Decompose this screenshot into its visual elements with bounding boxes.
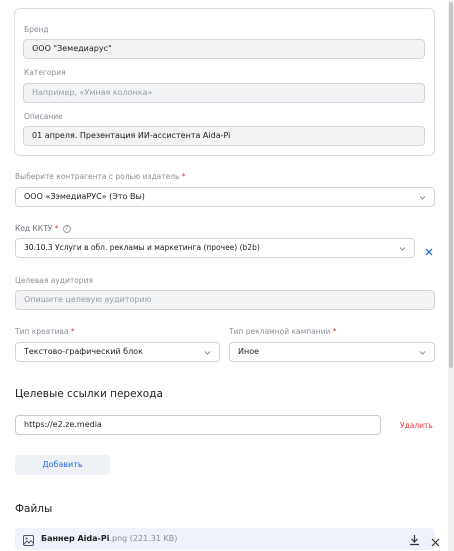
audience-label: Целевая аудитория	[15, 276, 93, 285]
contractor-value: ООО «ЗэмедиаРУС» (Это Вы)	[24, 192, 145, 201]
chevron-down-icon	[419, 349, 426, 356]
contractor-label: Выберите контрагента с ролью издатель *	[15, 172, 186, 181]
campaign-type-value: Иное	[238, 347, 260, 356]
required-mark: *	[70, 327, 75, 336]
links-section-title: Целевые ссылки перехода	[15, 388, 163, 400]
file-name: Баннер Aida-Pi	[41, 534, 110, 543]
category-placeholder: Например, «Умная колонка»	[32, 88, 153, 97]
contractor-label-text: Выберите контрагента с ролью издатель	[15, 172, 180, 181]
kktu-label: Код ККТУ * ?	[15, 224, 71, 233]
kktu-label-text: Код ККТУ	[15, 224, 53, 233]
required-mark: *	[332, 327, 337, 336]
category-field[interactable]: Например, «Умная колонка»	[23, 83, 425, 103]
scrollbar-thumb[interactable]	[449, 2, 453, 368]
description-field[interactable]: 01 апреля. Презентация ИИ-ассистента Aid…	[23, 126, 425, 146]
creative-type-label-text: Тип креатива	[15, 327, 69, 336]
page-scrollbar[interactable]	[448, 0, 454, 551]
brand-label: Бренд	[24, 25, 49, 34]
kktu-select[interactable]: 30.10.3 Услуги в обл. рекламы и маркетин…	[15, 238, 415, 258]
chevron-down-icon	[204, 349, 211, 356]
campaign-type-label-text: Тип рекламной кампании	[229, 327, 331, 336]
brand-field[interactable]: ООО "Земедиарус"	[23, 39, 425, 59]
creative-type-label: Тип креатива *	[15, 327, 75, 336]
clear-kktu-icon[interactable]	[424, 242, 434, 256]
question-circle-icon[interactable]: ?	[62, 225, 71, 233]
file-item[interactable]: Баннер Aida-Pi.png (221.31 KB)	[15, 528, 440, 550]
brand-value: ООО "Земедиарус"	[32, 44, 112, 53]
link-url-value: https://e2.ze.media	[24, 420, 102, 429]
required-mark: *	[181, 172, 186, 181]
image-file-icon	[23, 533, 34, 546]
creative-type-value: Текстово-графический блок	[24, 347, 143, 356]
category-label: Категория	[24, 68, 66, 77]
audience-field[interactable]: Опишите целевую аудиторию	[15, 290, 435, 310]
remove-file-icon[interactable]	[431, 534, 440, 547]
chevron-down-icon	[419, 194, 426, 201]
creative-type-select[interactable]: Текстово-графический блок	[15, 342, 220, 362]
description-value: 01 апреля. Презентация ИИ-ассистента Aid…	[32, 131, 231, 140]
contractor-select[interactable]: ООО «ЗэмедиаРУС» (Это Вы)	[15, 187, 435, 207]
description-label: Описание	[24, 112, 63, 121]
campaign-type-select[interactable]: Иное	[229, 342, 435, 362]
delete-link-button[interactable]: Удалить	[400, 421, 433, 430]
link-url-field[interactable]: https://e2.ze.media	[15, 415, 381, 435]
chevron-down-icon	[399, 245, 406, 252]
file-meta: .png (221.31 KB)	[109, 534, 178, 543]
required-mark: *	[54, 224, 59, 233]
audience-placeholder: Опишите целевую аудиторию	[24, 295, 152, 304]
campaign-type-label: Тип рекламной кампании *	[229, 327, 337, 336]
download-icon[interactable]	[409, 533, 420, 546]
kktu-value: 30.10.3 Услуги в обл. рекламы и маркетин…	[24, 243, 260, 252]
files-section-title: Файлы	[15, 503, 53, 515]
add-link-button[interactable]: Добавить	[15, 455, 110, 475]
